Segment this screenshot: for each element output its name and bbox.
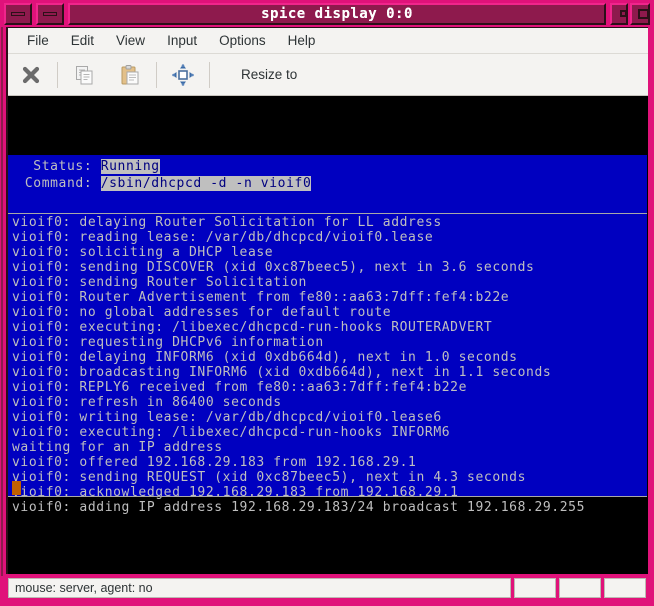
spice-client-window: spice display 0:0 File Edit View Input O…	[0, 0, 654, 606]
close-icon	[638, 9, 649, 19]
paste-button[interactable]	[107, 55, 153, 95]
titlebar-maximize-button[interactable]	[610, 3, 628, 25]
terminal-log-line: vioif0: executing: /libexec/dhcpcd-run-h…	[12, 320, 493, 335]
titlebar-minimize-button-1[interactable]	[4, 3, 32, 25]
terminal-log-line: vioif0: sending DISCOVER (xid 0xc87beec5…	[12, 260, 535, 275]
toolbar-separator	[57, 61, 58, 88]
fullscreen-resize-icon	[172, 63, 194, 86]
statusbar-cell-1	[514, 578, 556, 598]
terminal-log-line: vioif0: no global addresses for default …	[12, 305, 392, 320]
window-titlebar[interactable]: spice display 0:0	[0, 0, 654, 27]
paste-icon	[121, 64, 139, 84]
statusbar-cell-3	[604, 578, 646, 598]
status-label: Status:	[8, 159, 101, 174]
minimize-icon	[11, 12, 25, 16]
terminal-log-line: vioif0: requesting DHCPv6 information	[12, 335, 324, 350]
menu-edit[interactable]: Edit	[60, 31, 105, 50]
menu-options[interactable]: Options	[208, 31, 277, 50]
toolbar: Resize to	[8, 54, 648, 96]
copy-icon	[76, 65, 93, 84]
window-frame-bottom	[0, 600, 654, 606]
terminal-log-line: vioif0: delaying Router Solicitation for…	[12, 215, 442, 230]
copy-button[interactable]	[61, 55, 107, 95]
terminal-log-line: vioif0: executing: /libexec/dhcpcd-run-h…	[12, 425, 451, 440]
status-row: Status: Running	[8, 159, 647, 174]
terminal-log-line: vioif0: acknowledged 192.168.29.183 from…	[12, 485, 459, 500]
minimize-icon	[43, 12, 57, 16]
terminal-log-line: waiting for an IP address	[12, 440, 223, 455]
window-frame-left-inner	[1, 27, 3, 576]
titlebar-close-button[interactable]	[630, 3, 650, 25]
command-label: Command:	[8, 176, 101, 191]
terminal-log-line: vioif0: Router Advertisement from fe80::…	[12, 290, 510, 305]
disconnect-icon	[22, 66, 40, 83]
dhcpcd-status-panel: Status: Running Command: /sbin/dhcpcd -d…	[8, 155, 647, 213]
command-value: /sbin/dhcpcd -d -n vioif0	[100, 176, 312, 191]
terminal-log-line: vioif0: reading lease: /var/db/dhcpcd/vi…	[12, 230, 434, 245]
toolbar-separator	[156, 61, 157, 88]
terminal-cursor	[12, 481, 21, 495]
terminal-log-line: vioif0: delaying INFORM6 (xid 0xdb664d),…	[12, 350, 518, 365]
menu-help[interactable]: Help	[277, 31, 327, 50]
statusbar-message: mouse: server, agent: no	[8, 578, 511, 598]
menu-view[interactable]: View	[105, 31, 156, 50]
fullscreen-resize-button[interactable]	[160, 55, 206, 95]
terminal-log-line: vioif0: offered 192.168.29.183 from 192.…	[12, 455, 417, 470]
menu-input[interactable]: Input	[156, 31, 208, 50]
command-row: Command: /sbin/dhcpcd -d -n vioif0	[8, 176, 647, 191]
menubar: File Edit View Input Options Help	[8, 28, 648, 54]
window-frame-right	[648, 27, 654, 576]
terminal-log-line: vioif0: sending REQUEST (xid 0xc87beec5)…	[12, 470, 527, 485]
terminal-log-line: vioif0: broadcasting INFORM6 (xid 0xdb66…	[12, 365, 552, 380]
panel-separator-bottom	[8, 496, 647, 497]
terminal-log-line: vioif0: adding IP address 192.168.29.183…	[12, 500, 586, 515]
client-area: File Edit View Input Options Help Resize…	[6, 27, 648, 574]
terminal-log-line: vioif0: REPLY6 received from fe80::aa63:…	[12, 380, 468, 395]
maximize-icon	[620, 10, 627, 17]
terminal-log-line: vioif0: writing lease: /var/db/dhcpcd/vi…	[12, 410, 442, 425]
titlebar-title-area: spice display 0:0	[68, 3, 606, 25]
spice-display-canvas[interactable]: Status: Running Command: /sbin/dhcpcd -d…	[8, 96, 648, 574]
toolbar-separator	[209, 61, 210, 88]
terminal-log-line: vioif0: refresh in 86400 seconds	[12, 395, 282, 410]
status-value: Running	[100, 159, 160, 174]
titlebar-minimize-button-2[interactable]	[36, 3, 64, 25]
terminal-log-line: vioif0: soliciting a DHCP lease	[12, 245, 274, 260]
disconnect-button[interactable]	[8, 55, 54, 95]
statusbar: mouse: server, agent: no	[6, 576, 648, 600]
statusbar-cell-2	[559, 578, 601, 598]
menu-file[interactable]: File	[16, 31, 60, 50]
window-title: spice display 0:0	[261, 6, 413, 22]
terminal-log-line: vioif0: sending Router Solicitation	[12, 275, 307, 290]
resize-to-button[interactable]: Resize to	[213, 67, 297, 82]
guest-screen: Status: Running Command: /sbin/dhcpcd -d…	[8, 96, 647, 574]
dhcpcd-log-panel: vioif0: delaying Router Solicitation for…	[8, 214, 647, 515]
